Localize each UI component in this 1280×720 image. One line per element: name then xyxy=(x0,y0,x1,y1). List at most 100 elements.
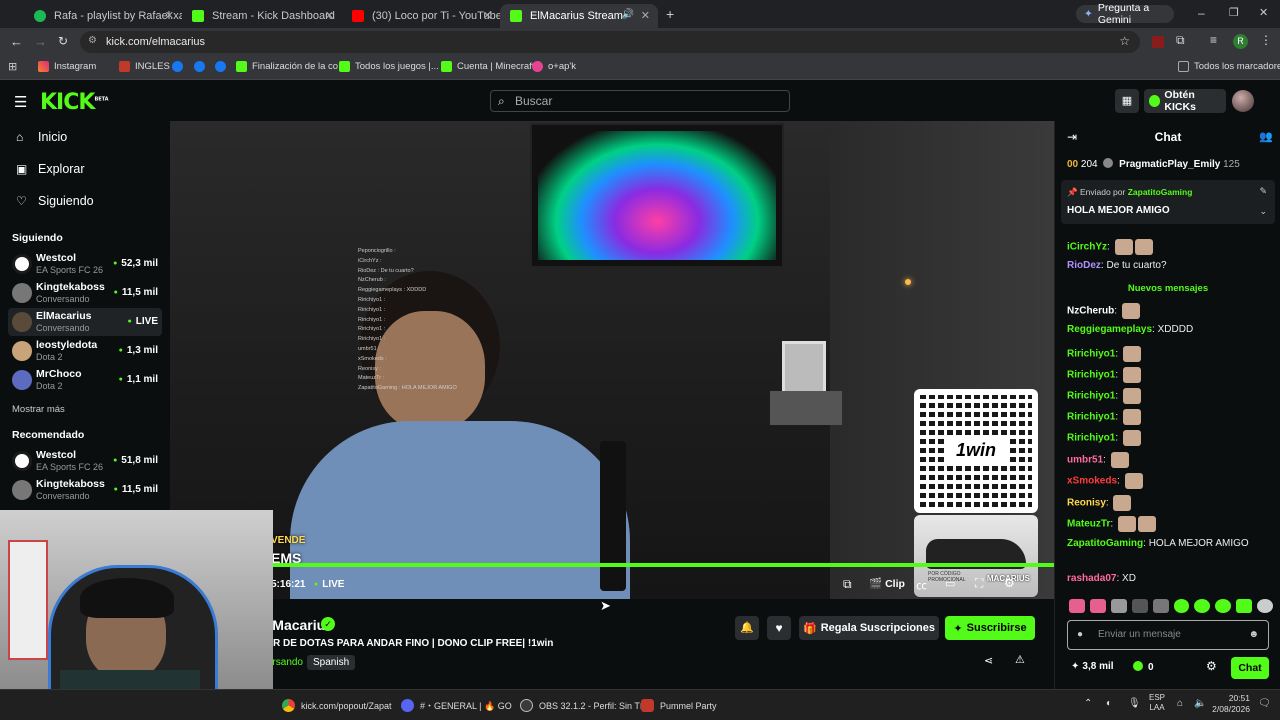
reload-icon[interactable]: ↻ xyxy=(58,34,68,48)
recommended-channel[interactable]: Kingtekaboss Conversando 11,5 mil xyxy=(8,476,162,504)
minimize-icon[interactable]: – xyxy=(1198,6,1205,20)
bookmark-oapk[interactable]: o+ap'k xyxy=(532,61,576,72)
chevron-down-icon[interactable]: ⌄ xyxy=(1259,206,1267,217)
new-tab-icon[interactable]: + xyxy=(666,6,674,22)
language-indicator[interactable]: ESP LAA xyxy=(1149,693,1165,713)
taskbar-item[interactable]: Pummel Party xyxy=(641,699,717,712)
subscribe-button[interactable]: ✦ Suscribirse xyxy=(945,616,1035,640)
microphone-icon[interactable]: 🎙 xyxy=(1128,698,1141,709)
bookmark-ingles[interactable]: INGLES xyxy=(119,61,170,72)
search-input[interactable]: ⌕ Buscar xyxy=(490,90,790,112)
menu-kebab-icon[interactable]: ⋮ xyxy=(1260,33,1272,47)
chat-message[interactable]: Reonisy: xyxy=(1067,495,1132,511)
chat-username[interactable]: Ririchiyo1 xyxy=(1067,391,1115,402)
language-tag[interactable]: Spanish xyxy=(307,655,356,670)
forward-icon[interactable]: → xyxy=(34,34,47,49)
chat-identity-icon[interactable]: ● xyxy=(1077,629,1083,640)
browser-tab[interactable]: Stream - Kick Dashboard ✕ xyxy=(182,4,342,28)
browser-tab[interactable]: (30) Loco por Ti - YouTube ✕ xyxy=(342,4,500,28)
theater-mode-icon[interactable]: ▭ xyxy=(945,577,955,590)
chat-message[interactable]: NzCherub: xyxy=(1067,303,1140,319)
nav-siguiendo[interactable]: ♡ Siguiendo xyxy=(16,194,94,208)
chat-username[interactable]: ZapatitoGaming xyxy=(1067,538,1143,549)
browser-tab-active[interactable]: ElMacarius Stream - Watch 🔊 ✕ xyxy=(500,4,658,28)
unpin-icon[interactable]: ✎ xyxy=(1259,186,1267,197)
nav-explorar[interactable]: ▣ Explorar xyxy=(16,162,85,176)
speaker-icon[interactable]: 🔊 xyxy=(622,9,634,20)
dashboard-icon[interactable]: ▦ xyxy=(1115,89,1139,113)
chat-message[interactable]: Ririchiyo1: xyxy=(1067,367,1141,383)
emote-icon[interactable] xyxy=(1194,599,1211,613)
emote-icon[interactable] xyxy=(1257,599,1274,613)
chat-input[interactable]: ● Enviar un mensaje ☻ xyxy=(1067,620,1269,650)
following-channel[interactable]: leostyledota Dota 2 1,3 mil xyxy=(8,337,162,365)
chat-username[interactable]: Ririchiyo1 xyxy=(1067,349,1115,360)
following-channel[interactable]: MrChoco Dota 2 1,1 mil xyxy=(8,366,162,394)
apps-grid-icon[interactable]: ⊞ xyxy=(8,60,17,73)
chat-message[interactable]: Ririchiyo1: xyxy=(1067,409,1141,425)
close-tab-icon[interactable]: ✕ xyxy=(325,9,334,22)
chat-username[interactable]: xSmokeds xyxy=(1067,476,1117,487)
chat-username[interactable]: NzCherub xyxy=(1067,306,1114,317)
following-channel-active[interactable]: ElMacarius Conversando LIVE xyxy=(8,308,162,336)
leaderboard-row[interactable]: 00 204 PragmaticPlay_Emily 125 xyxy=(1067,158,1240,170)
maximize-icon[interactable]: ❐ xyxy=(1229,6,1239,19)
bookmark-facebook[interactable] xyxy=(172,61,188,72)
chat-message[interactable]: Reggiegameplays: XDDDD xyxy=(1067,324,1193,335)
points-balance[interactable]: 0 xyxy=(1133,661,1154,673)
emote-icon[interactable] xyxy=(1173,599,1190,613)
chat-message[interactable]: Ririchiyo1: xyxy=(1067,430,1141,446)
chat-username[interactable]: Ririchiyo1 xyxy=(1067,370,1115,381)
extensions-puzzle-icon[interactable]: ⧉ xyxy=(1176,33,1185,48)
chat-message[interactable]: ZapatitoGaming: HOLA MEJOR AMIGO xyxy=(1067,537,1267,551)
chat-username[interactable]: Reggiegameplays xyxy=(1067,324,1152,335)
bookmark-todos-juegos[interactable]: Todos los juegos |... xyxy=(339,61,439,72)
site-info-icon[interactable]: ⚙ xyxy=(88,35,97,46)
chat-message[interactable]: MateuzTr: xyxy=(1067,516,1156,532)
captions-icon[interactable]: ㏄ xyxy=(916,577,927,593)
send-chat-button[interactable]: Chat xyxy=(1231,657,1269,679)
emote-icon[interactable] xyxy=(1069,599,1085,613)
extension-icon[interactable] xyxy=(1152,36,1164,48)
nav-inicio[interactable]: ⌂ Inicio xyxy=(16,130,67,144)
chat-username[interactable]: Ririchiyo1 xyxy=(1067,412,1115,423)
taskbar-item[interactable]: kick.com/popout/Zapat xyxy=(282,699,392,712)
bookmark-finalizacion[interactable]: Finalización de la co... xyxy=(236,61,346,72)
chat-message[interactable]: Ririchiyo1: xyxy=(1067,388,1141,404)
chat-message[interactable]: iCirchYz: xyxy=(1067,239,1153,255)
close-tab-icon[interactable]: ✕ xyxy=(483,9,492,22)
follow-heart-icon[interactable]: ♥ xyxy=(767,616,791,640)
kicks-balance[interactable]: ✦ 3,8 mil xyxy=(1071,661,1114,672)
share-icon[interactable]: ⋖ xyxy=(984,654,993,667)
emote-icon[interactable] xyxy=(1110,599,1127,613)
bookmark-star-icon[interactable]: ☆ xyxy=(1119,34,1130,48)
media-icon[interactable]: ≡ xyxy=(1210,33,1217,47)
chat-username[interactable]: RioDez xyxy=(1067,260,1101,271)
kick-logo[interactable]: KICKBETA xyxy=(40,90,109,115)
recommended-channel[interactable]: Westcol EA Sports FC 26 51,8 mil xyxy=(8,447,162,475)
chat-message[interactable]: RioDez: De tu cuarto? xyxy=(1067,260,1167,271)
clock[interactable]: 20:51 2/08/2026 xyxy=(1212,693,1250,715)
category-link[interactable]: Conversando xyxy=(273,657,303,668)
fullscreen-icon[interactable]: ⛶ xyxy=(975,576,983,591)
emote-icon[interactable] xyxy=(1236,599,1253,613)
progress-track[interactable] xyxy=(170,563,1054,567)
bookmark-facebook[interactable] xyxy=(194,61,210,72)
taskbar-item[interactable]: OBS 32.1.2 - Perfil: Sin Tí xyxy=(520,699,642,712)
emoji-picker-icon[interactable]: ☻ xyxy=(1248,629,1259,640)
notifications-bell-icon[interactable]: 🔔 xyxy=(735,616,759,640)
following-channel[interactable]: Westcol EA Sports FC 26 52,3 mil xyxy=(8,250,162,278)
hamburger-menu-icon[interactable]: ☰ xyxy=(14,93,27,111)
tray-chevron-icon[interactable]: ⌃ xyxy=(1084,698,1092,709)
chat-username[interactable]: Reonisy xyxy=(1067,498,1106,509)
emote-icon[interactable] xyxy=(1152,599,1169,613)
bookmark-instagram[interactable]: Instagram xyxy=(38,61,96,72)
taskbar-item[interactable]: #・GENERAL | 🔥 GO xyxy=(401,699,512,712)
gemini-button[interactable]: ✦ Pregunta a Gemini xyxy=(1076,2,1174,26)
volume-icon[interactable]: 🔈 xyxy=(1194,698,1206,709)
get-kicks-button[interactable]: Obtén KICKs xyxy=(1144,89,1226,113)
all-bookmarks[interactable]: Todos los marcadores xyxy=(1178,61,1280,72)
tray-app-icon[interactable]: ◐ xyxy=(1106,698,1112,709)
bookmark-facebook[interactable] xyxy=(215,61,231,72)
video-player[interactable]: Peponciogrillo : iCirchYz : RioDez : De tu… xyxy=(170,121,1054,599)
